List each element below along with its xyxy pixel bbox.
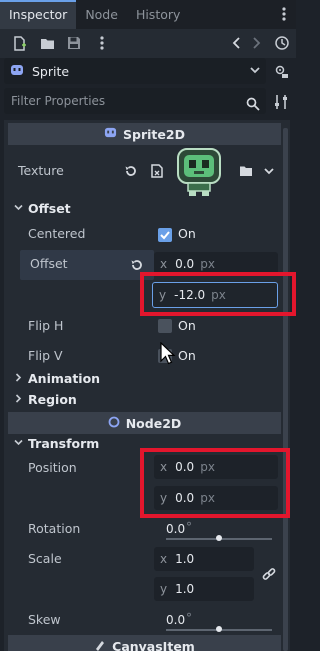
rotation-unit: ° — [186, 520, 192, 534]
node2d-section-header: Node2D — [8, 412, 281, 434]
dock-menu-icon[interactable] — [276, 4, 292, 24]
rotation-value: 0.0 — [166, 522, 186, 536]
flip-v-value: On — [178, 348, 196, 363]
object-history-icon[interactable] — [273, 34, 291, 52]
canvasitem-section-header: CanvasItem — [8, 635, 281, 651]
filter-placeholder: Filter Properties — [11, 94, 106, 108]
texture-label: Texture — [18, 163, 64, 178]
rotation-slider[interactable]: 0.0 ° — [160, 518, 276, 542]
sprite2d-section-title: Sprite2D — [123, 126, 185, 142]
object-selector-label: Sprite — [32, 63, 70, 79]
offset-x-unit: px — [200, 257, 215, 271]
offset-x-value: 0.0 — [175, 257, 195, 271]
rotation-slider-grabber[interactable] — [216, 535, 222, 541]
flip-h-checkbox[interactable] — [158, 319, 172, 333]
more-options-icon[interactable] — [93, 34, 111, 52]
region-group-header[interactable]: Region — [14, 392, 77, 407]
skew-unit: ° — [186, 611, 192, 625]
animation-group-header[interactable]: Animation — [14, 371, 100, 386]
rotation-label: Rotation — [28, 521, 81, 536]
transform-group-label: Transform — [28, 436, 100, 451]
open-folder-icon[interactable] — [38, 34, 56, 52]
offset-group-label: Offset — [28, 201, 71, 216]
save-icon[interactable] — [65, 34, 83, 52]
tab-history[interactable]: History — [127, 0, 189, 29]
chevron-down-icon — [250, 62, 260, 81]
offset-group-header[interactable]: Offset — [14, 201, 71, 216]
canvasitem-icon — [94, 639, 106, 651]
object-selector[interactable]: Sprite — [4, 58, 266, 84]
offset-y-highlight — [140, 272, 296, 316]
scale-y-field[interactable]: y 1.0 — [154, 577, 254, 601]
chevron-right-icon — [14, 372, 24, 385]
mouse-cursor-icon — [160, 341, 176, 366]
canvasitem-section-title: CanvasItem — [112, 638, 195, 651]
texture-preview[interactable] — [176, 147, 222, 197]
revert-icon[interactable] — [124, 164, 138, 178]
offset-label: Offset — [30, 256, 68, 271]
sprite2d-section-header: Sprite2D — [8, 123, 281, 145]
history-forward-icon[interactable] — [248, 34, 266, 52]
chevron-right-icon — [14, 393, 24, 406]
node2d-section-title: Node2D — [125, 415, 182, 431]
inspector-toolbar — [0, 29, 296, 58]
position-highlight — [140, 448, 290, 518]
flip-v-label: Flip V — [28, 348, 63, 363]
scale-x-value: 1.0 — [175, 552, 195, 566]
new-resource-icon[interactable] — [11, 34, 29, 52]
scale-y-value: 1.0 — [175, 582, 195, 596]
texture-settings-icon[interactable] — [150, 164, 164, 178]
object-properties-icon[interactable] — [274, 64, 290, 80]
node2d-icon — [108, 416, 120, 431]
sprite2d-icon — [104, 126, 117, 142]
region-group-label: Region — [28, 392, 77, 407]
tab-inspector[interactable]: Inspector — [0, 0, 77, 29]
flip-h-label: Flip H — [28, 318, 64, 333]
flip-h-value: On — [178, 318, 196, 333]
filter-properties-input[interactable]: Filter Properties — [4, 88, 266, 114]
centered-value: On — [178, 226, 196, 241]
dock-tabs: Inspector Node History — [0, 0, 296, 29]
centered-label: Centered — [28, 226, 86, 241]
sprite-node-icon — [10, 63, 24, 80]
property-panel: Sprite2D Texture Offset Centered On Offs… — [4, 120, 290, 651]
chevron-down-icon — [14, 438, 24, 450]
history-back-icon[interactable] — [227, 34, 245, 52]
skew-value: 0.0 — [166, 613, 186, 627]
texture-load-folder-icon[interactable] — [239, 165, 253, 177]
skew-label: Skew — [28, 612, 61, 627]
search-icon — [246, 94, 260, 120]
scale-label: Scale — [28, 551, 62, 566]
inspector-tools-icon[interactable] — [274, 94, 290, 110]
scale-x-field[interactable]: x 1.0 — [154, 547, 254, 571]
scale-y-axis-label: y — [160, 582, 168, 596]
inspector-scrollbar[interactable] — [283, 128, 288, 651]
texture-dropdown-icon[interactable] — [264, 165, 274, 177]
skew-slider-grabber[interactable] — [216, 626, 222, 632]
transform-group-header[interactable]: Transform — [14, 436, 99, 451]
offset-x-axis-label: x — [160, 257, 168, 271]
tab-node[interactable]: Node — [76, 0, 127, 29]
scale-x-axis-label: x — [160, 552, 168, 566]
link-icon[interactable] — [262, 568, 276, 582]
position-label: Position — [28, 460, 77, 475]
chevron-down-icon — [14, 203, 24, 215]
skew-slider[interactable]: 0.0 ° — [160, 609, 276, 633]
centered-checkbox[interactable] — [158, 228, 172, 242]
offset-revert-icon[interactable] — [130, 258, 144, 272]
animation-group-label: Animation — [28, 371, 101, 386]
